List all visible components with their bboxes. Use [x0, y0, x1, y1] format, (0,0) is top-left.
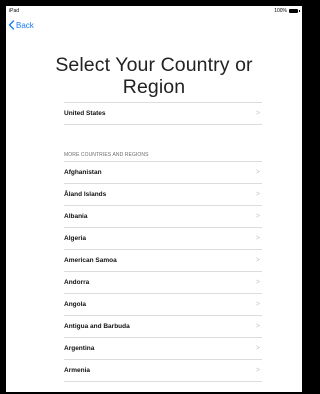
battery-icon: [289, 9, 300, 13]
status-bar: iPad 100%: [6, 6, 302, 16]
country-label: Algeria: [64, 235, 87, 242]
country-row[interactable]: Antigua and Barbuda >: [64, 316, 262, 338]
country-label: United States: [64, 110, 106, 117]
battery-indicator: 100%: [274, 8, 300, 14]
chevron-right-icon: >: [255, 110, 260, 117]
country-row[interactable]: Argentina >: [64, 338, 262, 360]
chevron-right-icon: >: [255, 279, 260, 286]
country-label: Andorra: [64, 279, 90, 286]
chevron-right-icon: >: [255, 257, 260, 264]
page-title-line-2: Region: [122, 76, 186, 98]
country-row[interactable]: Andorra >: [64, 272, 262, 294]
country-label: Antigua and Barbuda: [64, 323, 130, 330]
country-label: Armenia: [64, 367, 91, 374]
country-row[interactable]: American Samoa >: [64, 250, 262, 272]
country-label: Albania: [64, 213, 88, 220]
setup-screen: iPad 100% Back Select Your Country or Re…: [6, 6, 302, 392]
chevron-right-icon: >: [255, 213, 260, 220]
suggested-country-list: United States >: [64, 102, 262, 125]
country-row[interactable]: Åland Islands >: [64, 184, 262, 206]
page-title: Select Your Country or Region: [6, 54, 302, 98]
chevron-left-icon: [8, 20, 15, 30]
page-title-line-1: Select Your Country or: [55, 54, 253, 76]
battery-percent: 100%: [274, 8, 287, 14]
back-label: Back: [16, 20, 34, 30]
country-row[interactable]: Angola >: [64, 294, 262, 316]
chevron-right-icon: >: [255, 301, 260, 308]
country-label: Angola: [64, 301, 87, 308]
country-label: Åland Islands: [64, 191, 107, 198]
chevron-right-icon: >: [255, 367, 260, 374]
country-row-united-states[interactable]: United States >: [64, 102, 262, 125]
chevron-right-icon: >: [255, 169, 260, 176]
carrier-label: iPad: [9, 8, 20, 14]
chevron-right-icon: >: [255, 345, 260, 352]
section-header: MORE COUNTRIES AND REGIONS: [64, 152, 149, 158]
chevron-right-icon: >: [255, 323, 260, 330]
country-label: American Samoa: [64, 257, 117, 264]
country-row[interactable]: Algeria >: [64, 228, 262, 250]
country-label: Argentina: [64, 345, 95, 352]
chevron-right-icon: >: [255, 235, 260, 242]
country-list: Afghanistan > Åland Islands > Albania > …: [64, 161, 262, 382]
country-row[interactable]: Armenia >: [64, 360, 262, 382]
country-row[interactable]: Albania >: [64, 206, 262, 228]
back-button[interactable]: Back: [8, 20, 34, 30]
chevron-right-icon: >: [255, 191, 260, 198]
country-row[interactable]: Afghanistan >: [64, 161, 262, 184]
country-label: Afghanistan: [64, 169, 102, 176]
